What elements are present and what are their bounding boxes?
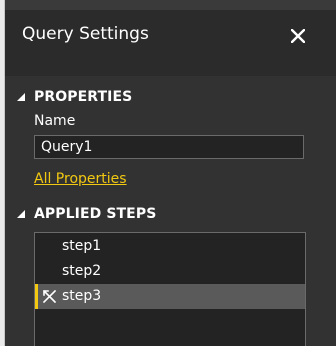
name-label: Name (34, 113, 76, 129)
pane-title: Query Settings (22, 24, 149, 44)
applied-steps-header: APPLIED STEPS (34, 206, 157, 222)
properties-section-toggle[interactable]: PROPERTIES (16, 88, 132, 106)
query-settings-pane: Query Settings PROPERTIES Name All Prope… (5, 0, 336, 346)
close-icon (291, 29, 305, 43)
step-item-step3[interactable]: step3 (35, 284, 305, 309)
step-item-step2[interactable]: step2 (35, 259, 305, 284)
collapse-triangle-icon (17, 210, 25, 218)
delete-step-icon[interactable] (43, 290, 56, 303)
all-properties-link[interactable]: All Properties (34, 171, 127, 187)
step-label: step2 (62, 263, 102, 279)
close-button[interactable] (286, 24, 310, 48)
query-name-input[interactable] (34, 135, 304, 159)
step-label: step3 (62, 288, 102, 304)
properties-header: PROPERTIES (34, 89, 133, 105)
step-item-step1[interactable]: step1 (35, 234, 305, 259)
step-label: step1 (62, 238, 102, 254)
collapse-triangle-icon (17, 93, 25, 101)
applied-steps-section-toggle[interactable]: APPLIED STEPS (16, 205, 156, 223)
applied-steps-list: step1 step2 step3 (34, 232, 306, 346)
pane-top-band (5, 0, 336, 10)
